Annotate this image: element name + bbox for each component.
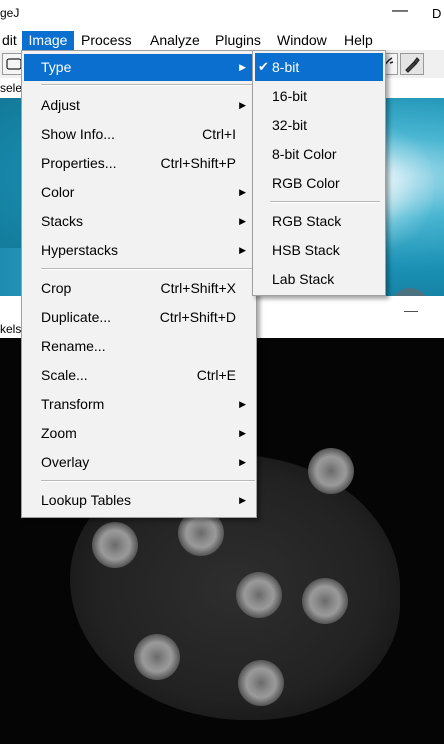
submenu-item-lab-stack[interactable]: Lab Stack: [255, 265, 383, 293]
menu-help[interactable]: Help: [342, 31, 375, 50]
submenu-arrow-icon: ▶: [239, 245, 246, 255]
window-title: geJ: [0, 6, 20, 20]
submenu-item-rgb-stack[interactable]: RGB Stack: [255, 207, 383, 235]
cell-spot: [302, 578, 348, 624]
menu-separator: [41, 480, 255, 482]
cell-spot: [236, 572, 282, 618]
submenu-item-32-bit[interactable]: 32-bit: [255, 111, 383, 139]
menu-item-crop[interactable]: Crop Ctrl+Shift+X: [24, 275, 254, 302]
menu-item-show-info[interactable]: Show Info... Ctrl+I: [24, 121, 254, 148]
cell-spot: [134, 634, 180, 680]
menu-item-scale[interactable]: Scale... Ctrl+E: [24, 362, 254, 389]
type-submenu: ✔ 8-bit 16-bit 32-bit 8-bit Color RGB Co…: [252, 50, 386, 296]
menu-bar: dit Image Process Analyze Plugins Window…: [0, 30, 444, 50]
menu-plugins[interactable]: Plugins: [213, 31, 263, 50]
menu-image[interactable]: Image: [22, 31, 74, 50]
submenu-arrow-icon: ▶: [239, 187, 246, 197]
menu-item-overlay[interactable]: Overlay ▶: [24, 449, 254, 476]
minimize-indicator[interactable]: —: [404, 302, 418, 318]
submenu-arrow-icon: ▶: [239, 100, 246, 110]
submenu-item-hsb-stack[interactable]: HSB Stack: [255, 236, 383, 264]
checkmark-icon: ✔: [258, 59, 269, 74]
menu-process[interactable]: Process: [79, 31, 134, 50]
menu-item-lookup-tables[interactable]: Lookup Tables ▶: [24, 487, 254, 514]
menu-item-hyperstacks[interactable]: Hyperstacks ▶: [24, 237, 254, 264]
pixels-label: kels: [0, 322, 22, 336]
image-menu: Type ▶ Adjust ▶ Show Info... Ctrl+I Prop…: [21, 50, 257, 518]
submenu-item-rgb-color[interactable]: RGB Color: [255, 169, 383, 197]
submenu-arrow-icon: ▶: [239, 399, 246, 409]
menu-separator: [41, 268, 255, 270]
menu-item-adjust[interactable]: Adjust ▶: [24, 92, 254, 119]
menu-item-zoom[interactable]: Zoom ▶: [24, 420, 254, 447]
picker-tool-icon[interactable]: [400, 53, 424, 75]
menu-separator: [41, 84, 255, 86]
minimize-button[interactable]: —: [392, 2, 408, 20]
submenu-item-8-bit-color[interactable]: 8-bit Color: [255, 140, 383, 168]
menu-item-duplicate[interactable]: Duplicate... Ctrl+Shift+D: [24, 304, 254, 331]
menu-edit[interactable]: dit: [0, 31, 19, 50]
status-text: sele: [0, 81, 23, 95]
submenu-arrow-icon: ▶: [239, 457, 246, 467]
submenu-arrow-icon: ▶: [239, 428, 246, 438]
menu-item-properties[interactable]: Properties... Ctrl+Shift+P: [24, 150, 254, 177]
submenu-separator: [270, 201, 380, 203]
submenu-arrow-icon: ▶: [239, 216, 246, 226]
cell-spot: [92, 522, 138, 568]
menu-item-rename[interactable]: Rename...: [24, 333, 254, 360]
menu-item-transform[interactable]: Transform ▶: [24, 391, 254, 418]
menu-analyze[interactable]: Analyze: [148, 31, 202, 50]
window-edge-text: D: [432, 6, 442, 21]
menu-item-color[interactable]: Color ▶: [24, 179, 254, 206]
submenu-arrow-icon: ▶: [239, 495, 246, 505]
submenu-item-16-bit[interactable]: 16-bit: [255, 82, 383, 110]
menu-item-type[interactable]: Type ▶: [24, 54, 254, 81]
menu-window[interactable]: Window: [275, 31, 329, 50]
title-bar: geJ — D: [0, 0, 444, 30]
submenu-item-8-bit[interactable]: ✔ 8-bit: [255, 53, 383, 81]
cell-spot: [238, 660, 284, 706]
submenu-arrow-icon: ▶: [239, 62, 246, 72]
menu-item-stacks[interactable]: Stacks ▶: [24, 208, 254, 235]
cell-spot: [308, 448, 354, 494]
